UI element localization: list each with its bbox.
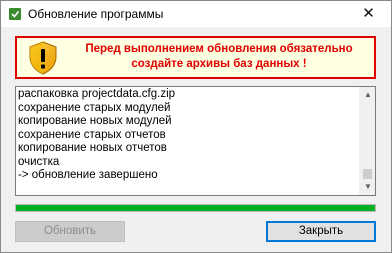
close-icon: ✕ — [362, 5, 375, 22]
update-button[interactable]: Обновить — [15, 221, 125, 242]
shield-warning-icon — [29, 41, 57, 75]
progress-fill — [16, 205, 375, 211]
vertical-scrollbar[interactable]: ▲ ▼ — [359, 87, 375, 195]
close-window-button[interactable]: ✕ — [346, 1, 391, 27]
warning-line-2: создайте архивы баз данных ! — [131, 58, 307, 70]
log-lines: распаковка projectdata.cfg.zip сохранени… — [18, 88, 358, 183]
update-log-textarea[interactable]: распаковка projectdata.cfg.zip сохранени… — [15, 86, 376, 196]
close-button[interactable]: Закрыть — [266, 221, 376, 242]
dialog-content: Перед выполнением обновления обязательно… — [1, 27, 391, 252]
log-line: сохранение старых модулей — [18, 101, 171, 114]
warning-line-1: Перед выполнением обновления обязательно — [85, 43, 353, 55]
log-line: -> обновление завершено — [18, 169, 158, 181]
log-line: распаковка projectdata.cfg.zip — [18, 88, 176, 100]
update-progress-bar — [15, 204, 376, 212]
window-title: Обновление программы — [28, 7, 164, 21]
update-dialog-window: Обновление программы ✕ Перед выполнением — [0, 0, 392, 253]
log-line: сохранение старых отчетов — [18, 128, 166, 141]
warning-text: Перед выполнением обновления обязательно… — [69, 42, 369, 72]
scrollbar-thumb[interactable] — [363, 169, 372, 179]
log-line: копирование новых модулей — [18, 115, 172, 127]
scroll-up-arrow-icon[interactable]: ▲ — [360, 87, 375, 103]
title-bar: Обновление программы ✕ — [1, 1, 391, 27]
app-icon — [9, 8, 21, 20]
warning-banner: Перед выполнением обновления обязательно… — [15, 36, 376, 79]
log-line: копирование новых отчетов — [18, 142, 167, 154]
log-line: очистка — [18, 155, 60, 168]
scroll-down-arrow-icon[interactable]: ▼ — [360, 179, 375, 195]
